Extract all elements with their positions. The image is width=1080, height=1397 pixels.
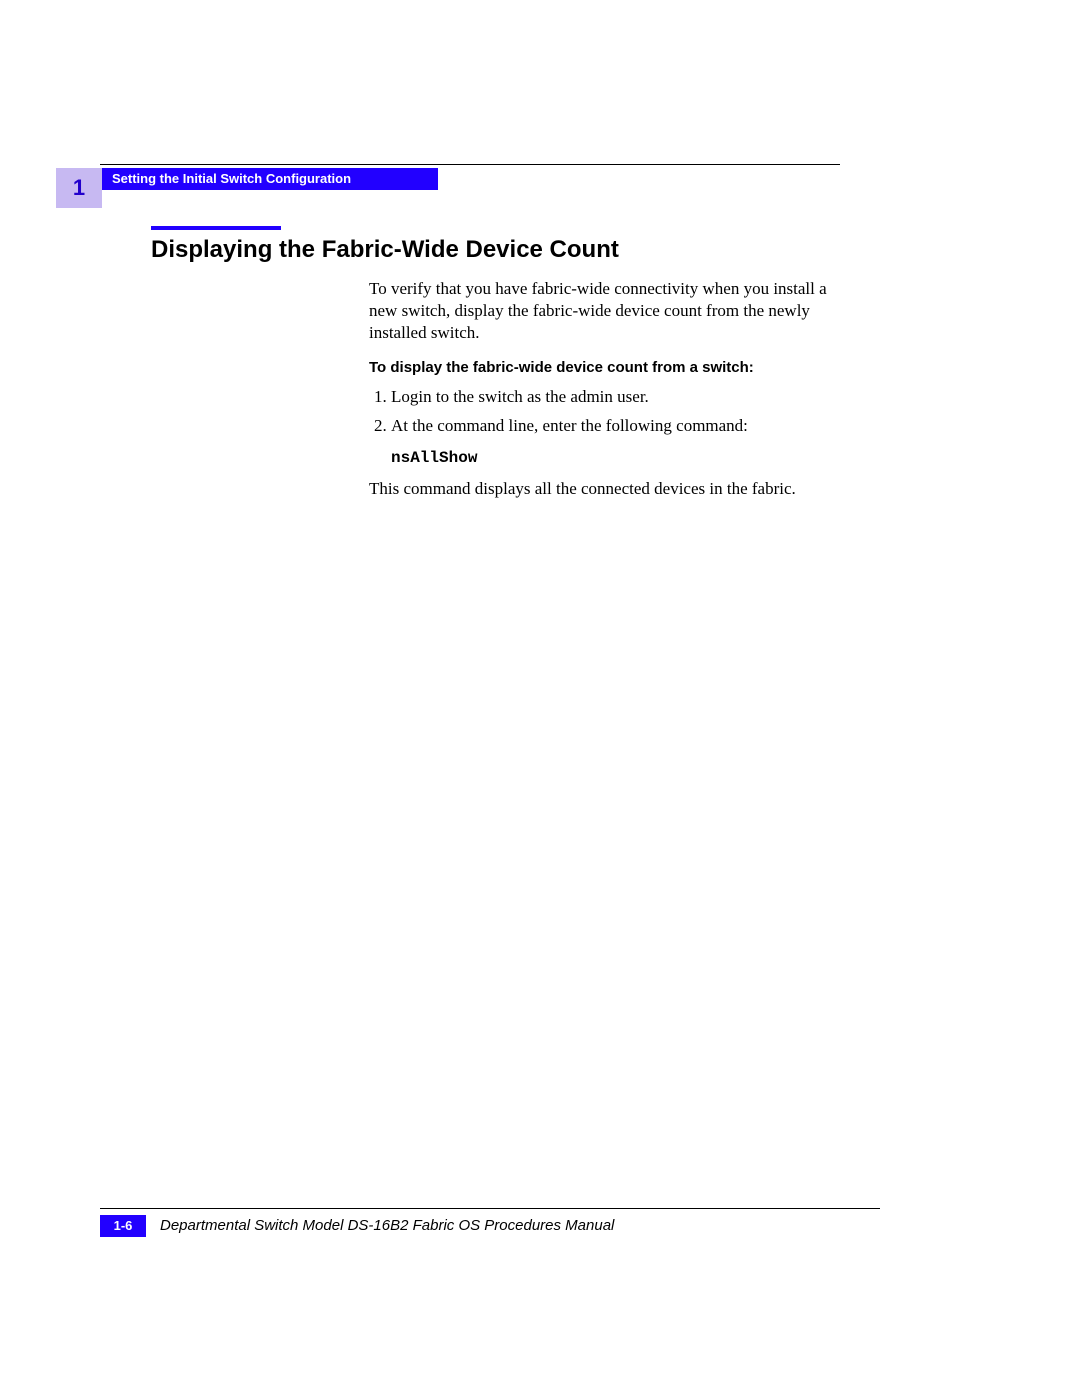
footer-manual-title: Departmental Switch Model DS-16B2 Fabric… — [160, 1217, 614, 1234]
chapter-number-tab: 1 — [56, 168, 102, 208]
running-header: Setting the Initial Switch Configuration — [102, 168, 438, 190]
page: 1 Setting the Initial Switch Configurati… — [0, 0, 1080, 1397]
command-text: nsAllShow — [391, 448, 844, 469]
page-footer: 1-6 Departmental Switch Model DS-16B2 Fa… — [100, 1208, 880, 1239]
intro-paragraph: To verify that you have fabric-wide conn… — [369, 278, 844, 344]
procedure-heading: To display the fabric-wide device count … — [369, 358, 844, 378]
step-item: At the command line, enter the following… — [391, 415, 844, 438]
page-number: 1-6 — [100, 1215, 146, 1237]
section-title: Displaying the Fabric-Wide Device Count — [151, 236, 619, 264]
result-paragraph: This command displays all the connected … — [369, 478, 844, 500]
top-rule — [100, 164, 840, 165]
body-content: To verify that you have fabric-wide conn… — [369, 278, 844, 501]
step-list: Login to the switch as the admin user. A… — [369, 386, 844, 438]
step-item: Login to the switch as the admin user. — [391, 386, 844, 409]
